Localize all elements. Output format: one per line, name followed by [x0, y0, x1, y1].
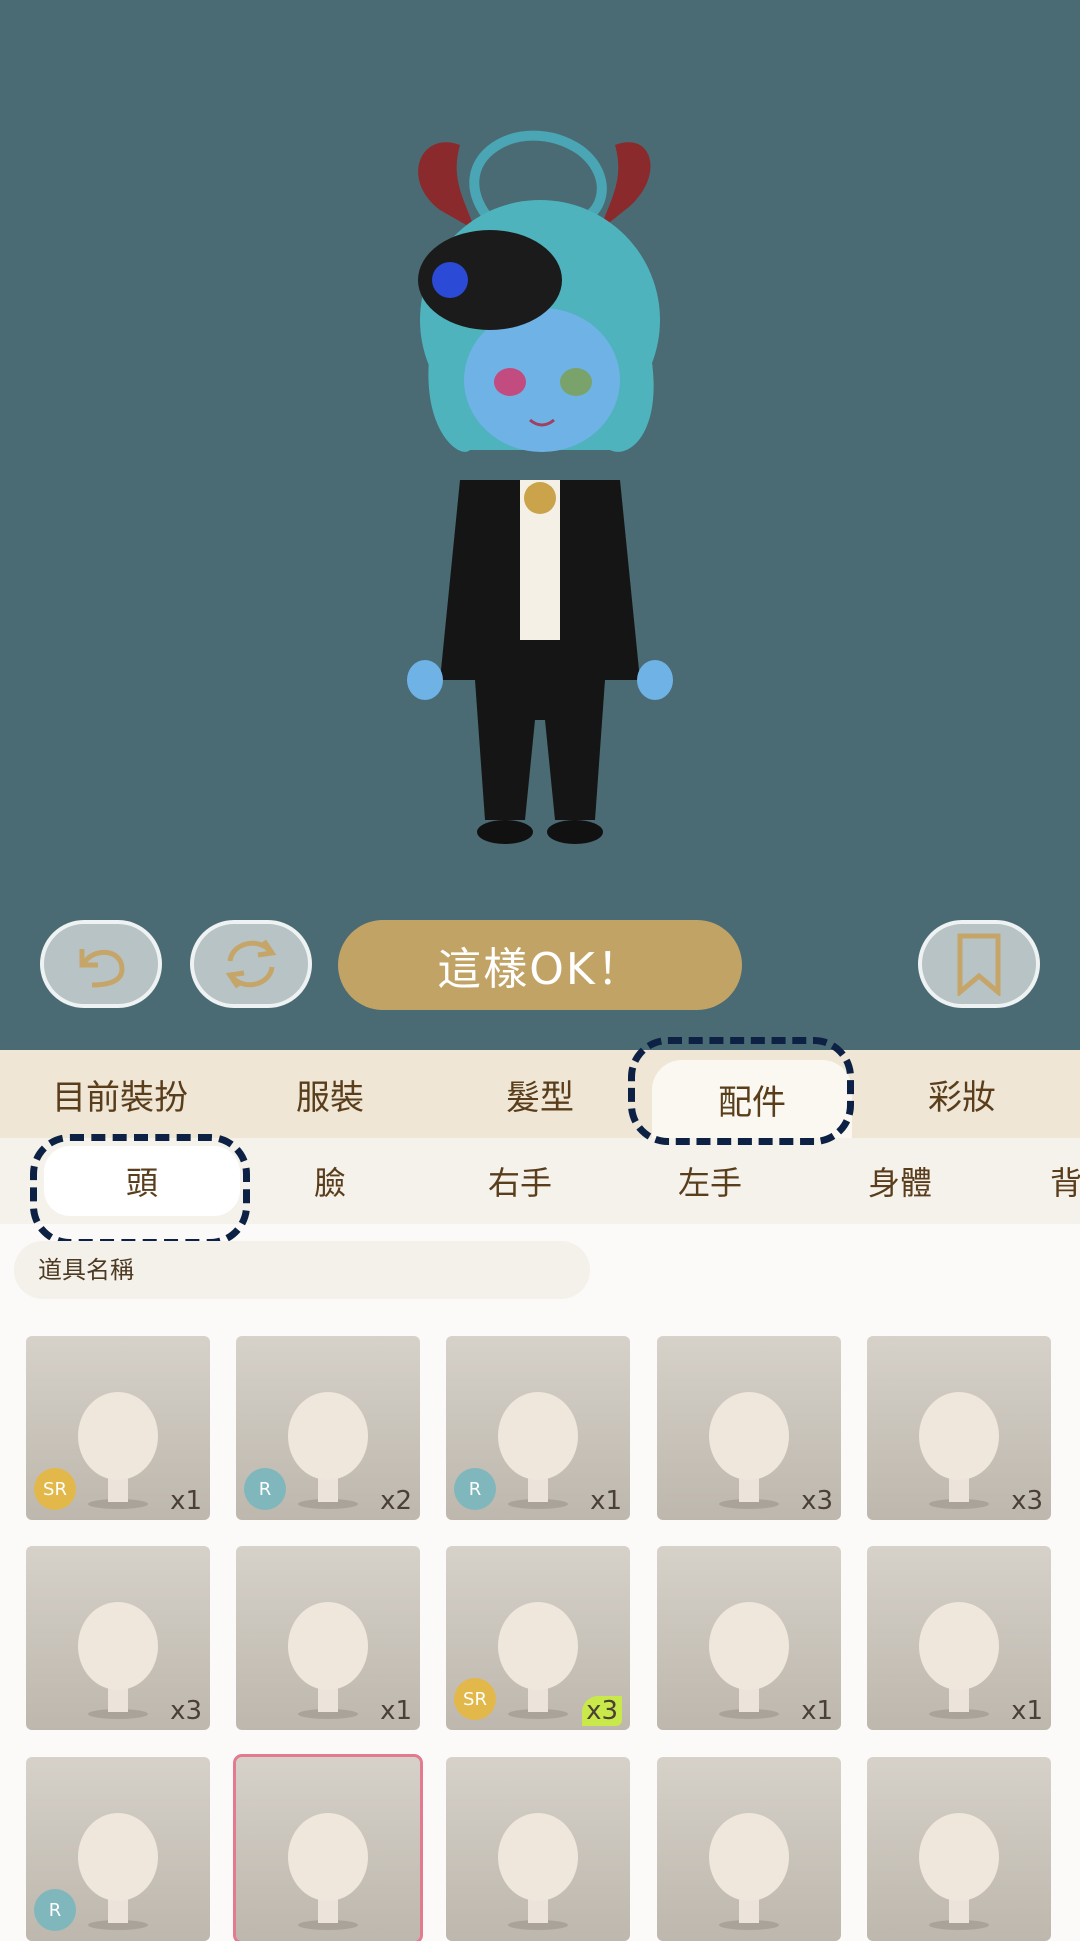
- tab-label: 配件: [718, 1082, 786, 1123]
- item-quantity: x3: [1011, 1486, 1043, 1516]
- item-card[interactable]: Rx1: [446, 1336, 630, 1520]
- tab-hairstyle[interactable]: 髮型: [440, 1050, 640, 1138]
- item-card[interactable]: x3: [657, 1336, 841, 1520]
- avatar-character: [407, 130, 673, 844]
- item-card[interactable]: SR x1: [26, 1336, 210, 1520]
- sub-category-tabs: 頭 臉 右手 左手 身體 背: [0, 1138, 1080, 1224]
- item-quantity: x1: [801, 1696, 833, 1726]
- subtab-back[interactable]: 背: [1050, 1138, 1080, 1224]
- subtab-label: 頭: [125, 1164, 158, 1202]
- item-card[interactable]: x1: [657, 1546, 841, 1730]
- subtab-label: 左手: [677, 1164, 742, 1202]
- confirm-ok-button[interactable]: 這樣OK！: [338, 920, 742, 1010]
- item-card[interactable]: Rx2: [236, 1336, 420, 1520]
- item-quantity: x1: [1011, 1696, 1043, 1726]
- item-card[interactable]: [446, 1757, 630, 1941]
- item-card[interactable]: x1: [236, 1546, 420, 1730]
- mannequin-head-icon: [498, 1813, 578, 1930]
- confirm-ok-label: 這樣OK！: [437, 944, 643, 995]
- bookmark-icon: [957, 933, 1001, 996]
- item-name-search-input[interactable]: [14, 1241, 590, 1299]
- rarity-badge: R: [454, 1468, 496, 1510]
- undo-icon: [79, 949, 125, 988]
- item-card[interactable]: SR x3: [446, 1546, 630, 1730]
- subtab-label: 身體: [867, 1164, 932, 1202]
- item-quantity: x1: [380, 1696, 412, 1726]
- item-card[interactable]: [233, 1754, 423, 1941]
- item-card[interactable]: R: [26, 1757, 210, 1941]
- item-quantity: x2: [380, 1486, 412, 1516]
- main-category-tabs: 目前裝扮 服裝 髮型 配件 彩妝: [0, 1050, 1080, 1138]
- subtab-right-hand[interactable]: 右手: [420, 1138, 620, 1224]
- item-card[interactable]: [657, 1757, 841, 1941]
- item-card[interactable]: x3: [26, 1546, 210, 1730]
- item-quantity: x3: [170, 1696, 202, 1726]
- tab-label: 髮型: [506, 1077, 574, 1118]
- item-quantity: x3: [582, 1696, 622, 1726]
- tab-label: 目前裝扮: [52, 1077, 188, 1118]
- refresh-button[interactable]: [190, 920, 312, 1008]
- rarity-badge: SR: [454, 1678, 496, 1720]
- rarity-badge: R: [244, 1468, 286, 1510]
- refresh-icon: [225, 939, 277, 989]
- subtab-label: 背: [1050, 1164, 1080, 1202]
- bookmark-button[interactable]: [918, 920, 1040, 1008]
- subtab-body[interactable]: 身體: [800, 1138, 1000, 1224]
- subtab-face[interactable]: 臉: [230, 1138, 430, 1224]
- item-quantity: x1: [590, 1486, 622, 1516]
- item-card[interactable]: [867, 1757, 1051, 1941]
- avatar-stage: 這樣OK！: [0, 0, 1080, 1050]
- item-card[interactable]: x3: [867, 1336, 1051, 1520]
- tab-accessories[interactable]: 配件: [652, 1060, 852, 1138]
- tab-clothing[interactable]: 服裝: [230, 1050, 430, 1138]
- item-quantity: x1: [170, 1486, 202, 1516]
- mannequin-head-icon: [919, 1813, 999, 1930]
- tab-current-outfit[interactable]: 目前裝扮: [20, 1050, 220, 1138]
- rarity-badge: R: [34, 1889, 76, 1931]
- subtab-left-hand[interactable]: 左手: [610, 1138, 810, 1224]
- rarity-badge: SR: [34, 1468, 76, 1510]
- undo-button[interactable]: [40, 920, 162, 1008]
- subtab-head[interactable]: 頭: [44, 1146, 240, 1216]
- tab-makeup[interactable]: 彩妝: [862, 1050, 1062, 1138]
- mannequin-head-icon: [288, 1813, 368, 1930]
- item-card[interactable]: x1: [867, 1546, 1051, 1730]
- item-quantity: x3: [801, 1486, 833, 1516]
- tab-label: 彩妝: [928, 1077, 996, 1118]
- subtab-label: 右手: [487, 1164, 552, 1202]
- subtab-label: 臉: [313, 1164, 346, 1202]
- tab-label: 服裝: [296, 1077, 364, 1118]
- mannequin-head-icon: [709, 1813, 789, 1930]
